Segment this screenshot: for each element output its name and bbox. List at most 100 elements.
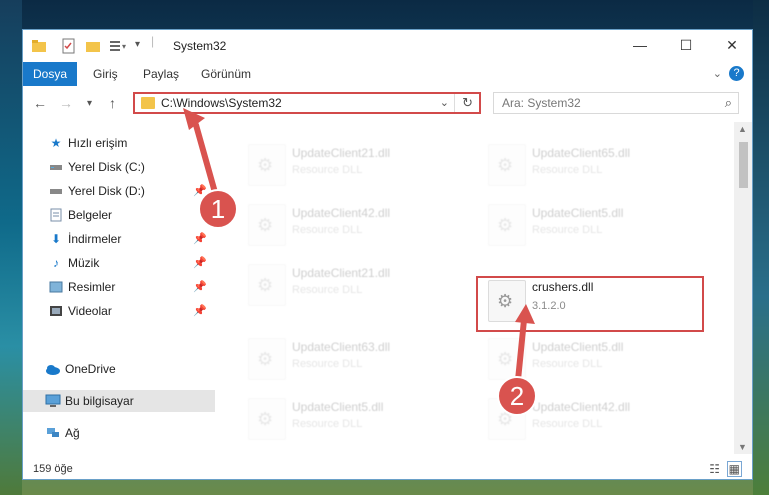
pin-icon: 📌	[193, 233, 207, 245]
dll-file-icon	[488, 144, 526, 186]
explorer-window: ▾ ▾ | System32 — ☐ ✕ Dosya Giriş Paylaş …	[22, 29, 753, 480]
pin-icon: 📌	[193, 305, 207, 317]
tab-file[interactable]: Dosya	[23, 62, 78, 86]
sidebar-item-label: OneDrive	[65, 362, 116, 376]
sidebar-item-this-pc[interactable]: Bu bilgisayar	[23, 390, 215, 412]
sidebar-item-downloads[interactable]: ⬇ İndirmeler 📌	[23, 228, 215, 250]
chevron-down-icon[interactable]: ⌄	[440, 96, 449, 109]
file-item[interactable]: UpdateClient5.dll Resource DLL	[240, 390, 470, 440]
large-icons-view-icon[interactable]: ▦	[726, 461, 742, 477]
download-icon: ⬇	[50, 232, 62, 246]
file-item[interactable]: UpdateClient42.dll Resource DLL	[480, 390, 710, 440]
cloud-icon	[45, 362, 60, 376]
desktop-background-left	[0, 0, 22, 495]
computer-icon	[45, 394, 61, 408]
pictures-icon	[49, 280, 63, 294]
vertical-scrollbar[interactable]: ▲ ▼	[734, 122, 752, 454]
dll-file-icon	[248, 338, 286, 380]
file-type: Resource DLL	[532, 224, 603, 236]
sidebar-item-quick-access[interactable]: ★ Hızlı erişim	[23, 132, 215, 154]
search-icon[interactable]: ⌕	[725, 95, 732, 111]
file-type: Resource DLL	[532, 358, 603, 370]
scroll-up-icon[interactable]: ▲	[738, 124, 747, 134]
network-icon	[45, 426, 59, 440]
back-arrow-icon[interactable]: ←	[33, 95, 47, 111]
sidebar-item-music[interactable]: ♪ Müzik 📌	[23, 252, 215, 274]
file-item[interactable]: UpdateClient21.dll Resource DLL	[240, 136, 470, 186]
documents-icon	[49, 208, 63, 222]
navigation-bar: ← → ▾ ↑ C:\Windows\System32 ⌄ ↻ Ara: Sys…	[23, 86, 752, 120]
sidebar-item-label: Yerel Disk (C:)	[68, 160, 145, 174]
file-name: UpdateClient42.dll	[292, 206, 391, 220]
address-path[interactable]: C:\Windows\System32	[161, 96, 282, 110]
title-bar: ▾ ▾ | System32 — ☐ ✕	[23, 30, 752, 62]
pin-icon: 📌	[193, 257, 207, 269]
file-item[interactable]: UpdateClient65.dll Resource DLL	[480, 136, 710, 186]
properties-icon[interactable]	[61, 38, 77, 54]
forward-arrow-icon[interactable]: →	[59, 95, 73, 111]
dll-file-icon	[488, 204, 526, 246]
help-icon[interactable]: ?	[729, 66, 744, 81]
file-item[interactable]: UpdateClient63.dll Resource DLL	[240, 330, 470, 380]
highlight-box-file	[476, 276, 704, 332]
sidebar-item-videos[interactable]: Videolar 📌	[23, 300, 215, 322]
tab-view[interactable]: Görünüm	[191, 62, 261, 86]
file-list: UpdateClient21.dll Resource DLL UpdateCl…	[218, 122, 734, 454]
refresh-icon[interactable]: ↻	[462, 95, 473, 111]
window-title: System32	[173, 39, 227, 53]
file-item[interactable]: UpdateClient42.dll Resource DLL	[240, 196, 470, 246]
sidebar-item-label: Resimler	[68, 280, 116, 294]
expand-ribbon-icon[interactable]: ⌄	[713, 67, 722, 80]
file-item[interactable]: UpdateClient5.dll Resource DLL	[480, 330, 710, 380]
sidebar-item-label: İndirmeler	[68, 232, 122, 246]
drive-icon	[49, 184, 63, 198]
close-button[interactable]: ✕	[709, 30, 755, 61]
file-name: UpdateClient5.dll	[292, 400, 384, 414]
sidebar-item-local-disk-c[interactable]: Yerel Disk (C:)	[23, 156, 215, 178]
maximize-button[interactable]: ☐	[663, 30, 709, 61]
scroll-thumb[interactable]	[739, 142, 748, 188]
sidebar-item-label: Belgeler	[68, 208, 113, 222]
details-view-icon[interactable]: ☷	[709, 458, 720, 480]
tab-share[interactable]: Paylaş	[133, 62, 189, 86]
drive-icon	[49, 160, 63, 174]
file-type: Resource DLL	[292, 284, 363, 296]
address-bar[interactable]: C:\Windows\System32 ⌄ ↻	[133, 92, 481, 114]
view-options-icon[interactable]: ▾	[109, 38, 126, 54]
star-icon: ★	[50, 136, 62, 150]
item-count: 159 öğe	[33, 463, 73, 475]
file-name: UpdateClient65.dll	[532, 146, 631, 160]
file-name: UpdateClient5.dll	[532, 340, 624, 354]
sidebar-item-label: Bu bilgisayar	[65, 394, 134, 408]
sidebar-item-local-disk-d[interactable]: Yerel Disk (D:) 📌	[23, 180, 215, 202]
search-box[interactable]: Ara: System32 ⌕	[493, 92, 739, 114]
scroll-down-icon[interactable]: ▼	[738, 442, 747, 452]
folder-icon	[141, 97, 155, 109]
sidebar-item-pictures[interactable]: Resimler 📌	[23, 276, 215, 298]
video-icon	[49, 304, 63, 318]
file-item[interactable]: UpdateClient21.dll Resource DLL	[240, 256, 470, 306]
music-icon: ♪	[53, 256, 59, 270]
sidebar-item-label: Videolar	[68, 304, 112, 318]
file-item[interactable]: UpdateClient5.dll Resource DLL	[480, 196, 710, 246]
desktop-background-right	[753, 0, 769, 495]
file-type: Resource DLL	[292, 164, 363, 176]
title-separator: |	[151, 34, 155, 48]
sidebar-item-onedrive[interactable]: OneDrive	[23, 358, 215, 380]
sidebar-item-label: Ağ	[65, 426, 80, 440]
up-arrow-icon[interactable]: ↑	[109, 95, 116, 111]
navigation-pane: ★ Hızlı erişim Yerel Disk (C:) Yerel Dis…	[23, 122, 215, 454]
file-name: UpdateClient5.dll	[532, 206, 624, 220]
pin-icon: 📌	[193, 281, 207, 293]
file-name: UpdateClient21.dll	[292, 146, 391, 160]
recent-locations-icon[interactable]: ▾	[87, 98, 92, 109]
svg-text:▾: ▾	[122, 42, 126, 51]
customize-toolbar-icon[interactable]: ▾	[135, 39, 151, 55]
sidebar-item-network[interactable]: Ağ	[23, 422, 215, 444]
tab-home[interactable]: Giriş	[83, 62, 128, 86]
new-folder-icon[interactable]	[85, 38, 101, 54]
minimize-button[interactable]: —	[617, 30, 663, 61]
file-name: UpdateClient63.dll	[292, 340, 391, 354]
search-input[interactable]: Ara: System32	[502, 96, 581, 110]
sidebar-item-documents[interactable]: Belgeler	[23, 204, 215, 226]
